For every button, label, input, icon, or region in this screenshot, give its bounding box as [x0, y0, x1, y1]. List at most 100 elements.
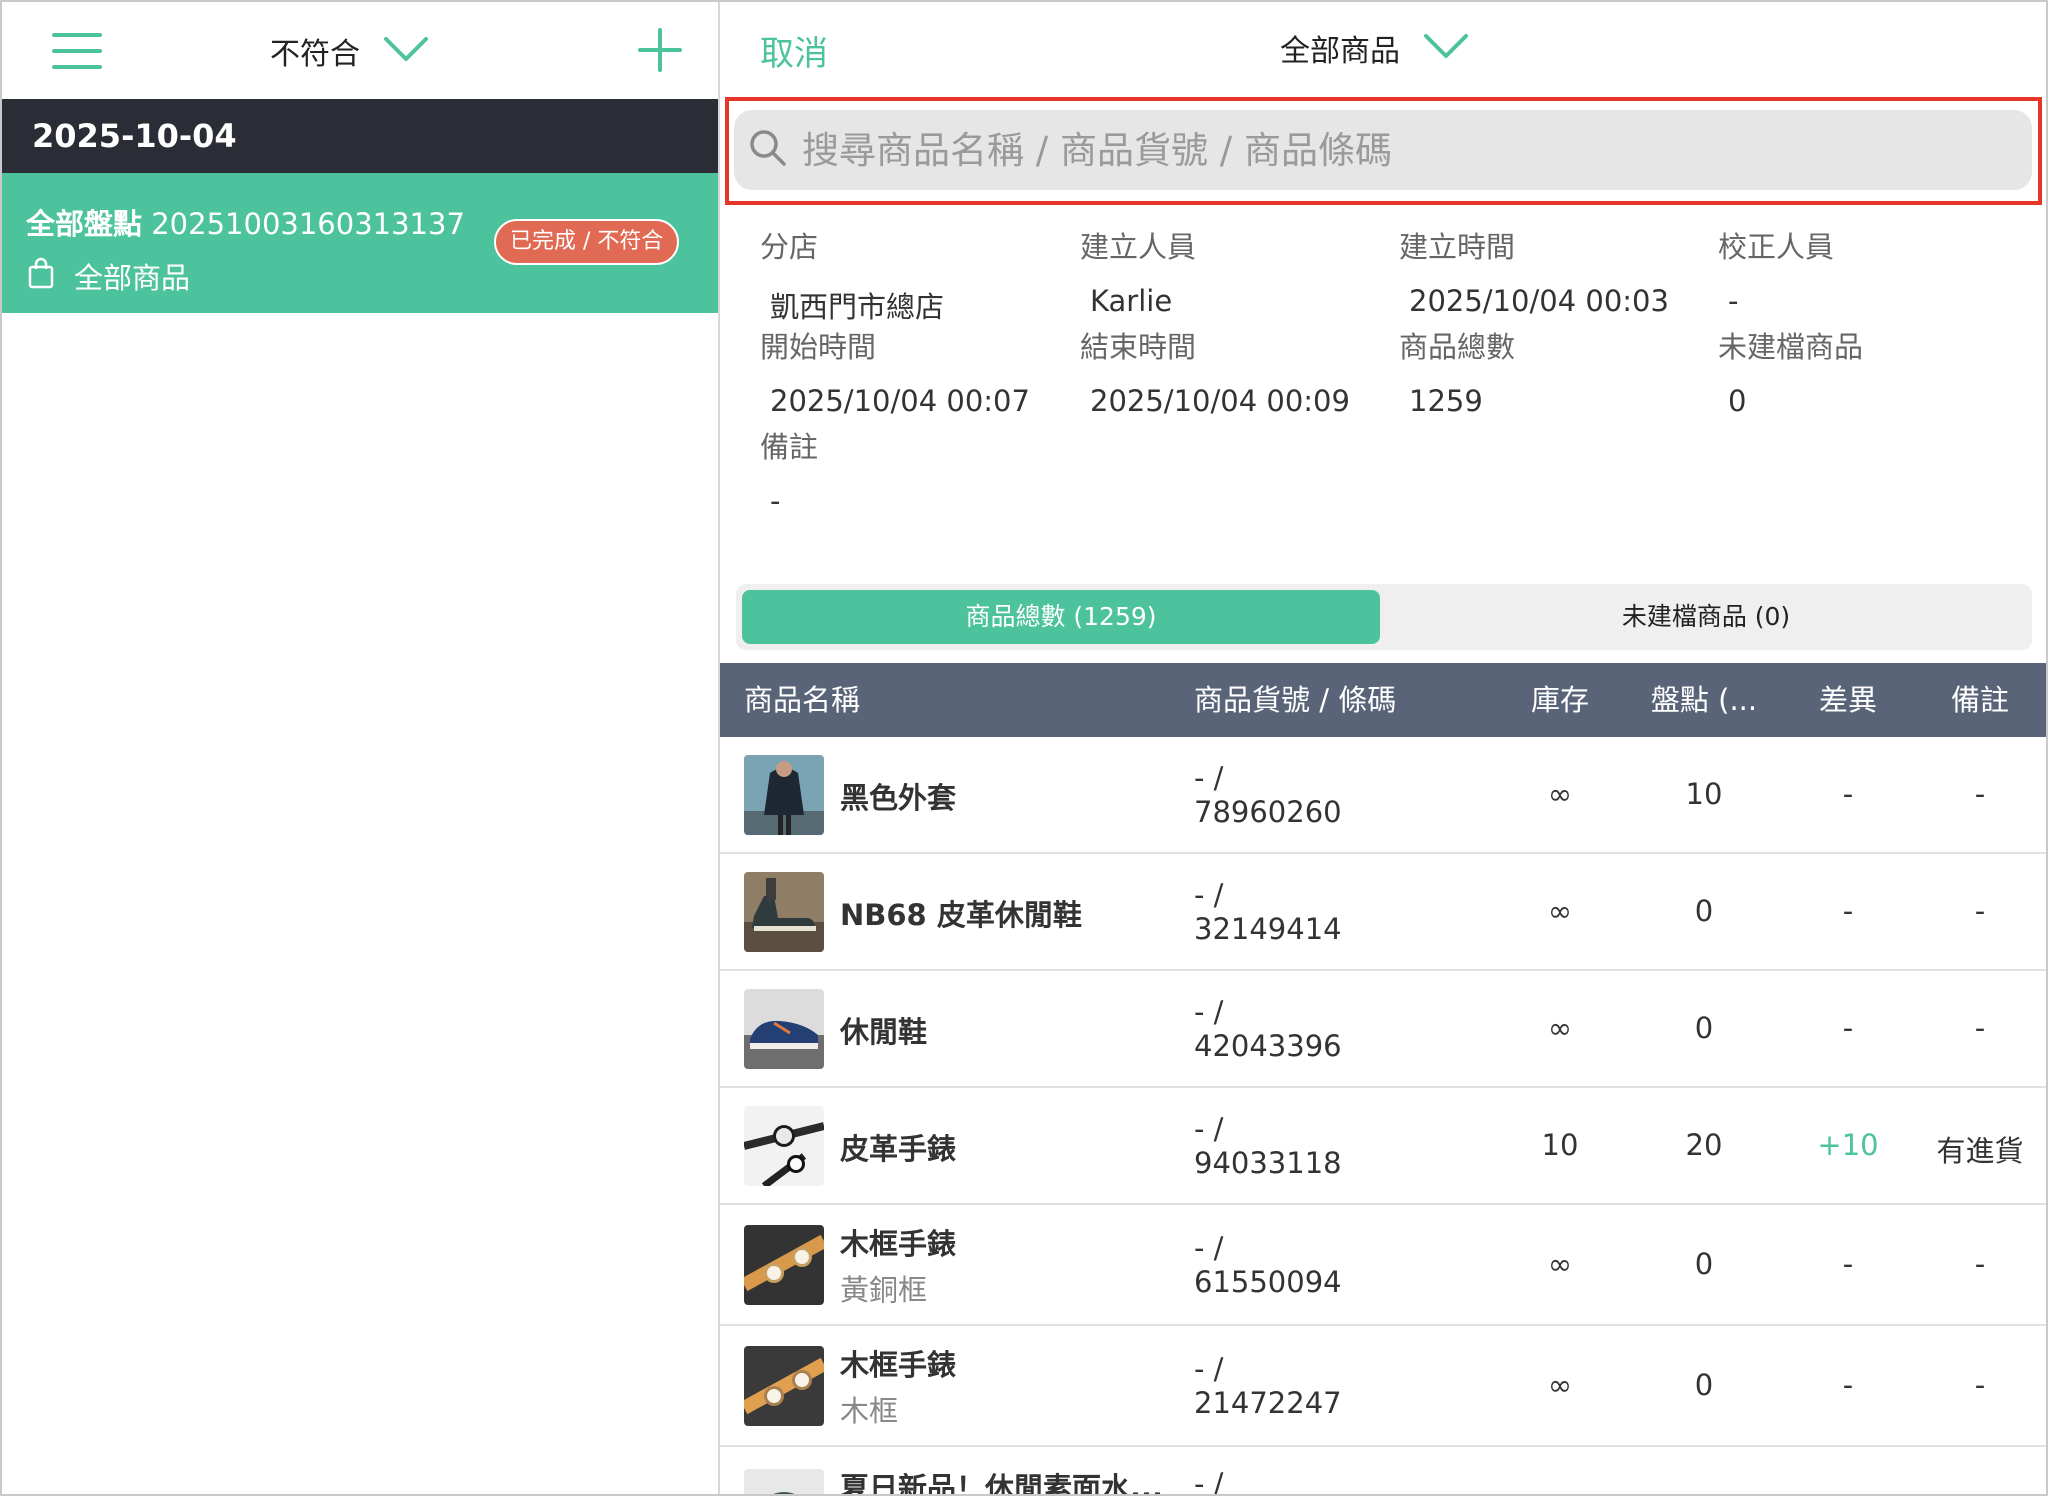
- session-scope: 全部商品: [28, 255, 190, 297]
- info-label: 備註: [760, 430, 819, 464]
- product-thumbnail: [744, 1469, 824, 1494]
- tab-total-products[interactable]: 商品總數 (1259): [742, 590, 1380, 644]
- product-barcode: 32149414: [1194, 912, 1342, 946]
- note-cell: -: [1974, 1247, 1986, 1281]
- product-code-top: - /: [1194, 995, 1224, 1029]
- stock-cell: ∞: [1547, 1247, 1573, 1281]
- add-icon[interactable]: [638, 28, 682, 72]
- date-section-header: 2025-10-04: [2, 99, 718, 173]
- product-name: 木框手錶: [840, 1227, 957, 1261]
- product-code: - /: [1194, 1467, 1223, 1494]
- table-row[interactable]: 木框手錶 木框 - / 21472247 ∞ 0 - -: [720, 1326, 2046, 1447]
- table-row[interactable]: NB68 皮革休閒鞋 - / 32149414 ∞ 0 - -: [720, 854, 2046, 971]
- table-header: 商品名稱 商品貨號 / 條碼 庫存 盤點 (... 差異 備註: [720, 663, 2046, 737]
- product-code: - / 32149414: [1194, 878, 1342, 946]
- chevron-down-icon: [384, 36, 428, 66]
- product-name: 黑色外套: [840, 781, 957, 815]
- status-filter-label: 不符合: [270, 37, 360, 72]
- product-thumbnail: [744, 1106, 824, 1186]
- note-cell: -: [1974, 777, 1986, 811]
- column-header-diff[interactable]: 差異: [1788, 663, 1908, 737]
- product-name: 木框手錶: [840, 1348, 957, 1382]
- left-header: 不符合: [2, 2, 718, 99]
- info-value: 2025/10/04 00:03: [1409, 284, 1669, 318]
- search-icon: [748, 128, 788, 172]
- info-label: 建立時間: [1399, 230, 1516, 264]
- product-code: - / 78960260: [1194, 761, 1342, 829]
- note-cell: 有進貨: [1936, 1134, 2024, 1168]
- table-row[interactable]: 休閒鞋 - / 42043396 ∞ 0 - -: [720, 971, 2046, 1088]
- product-name: NB68 皮革休閒鞋: [840, 898, 1082, 932]
- product-thumbnail: [744, 989, 824, 1069]
- product-table-body: 黑色外套 - / 78960260 ∞ 10 - - NB68 皮革休閒鞋 - …: [720, 737, 2046, 1494]
- info-value: Karlie: [1090, 284, 1173, 318]
- search-bar[interactable]: [734, 110, 2032, 190]
- menu-icon[interactable]: [52, 33, 102, 69]
- session-list-pane: 不符合 2025-10-04 全部盤點 20251003160313137 全部…: [2, 2, 718, 1494]
- product-name: 皮革手錶: [840, 1132, 957, 1166]
- note-cell: -: [1974, 1368, 1986, 1402]
- diff-cell: -: [1842, 1011, 1854, 1045]
- info-corrector: 校正人員 -: [1718, 224, 2018, 318]
- info-note: 備註 -: [760, 424, 1060, 518]
- column-header-code[interactable]: 商品貨號 / 條碼: [1194, 663, 1396, 737]
- info-created-time: 建立時間 2025/10/04 00:03: [1399, 224, 1699, 318]
- diff-cell: -: [1842, 1368, 1854, 1402]
- cancel-button[interactable]: 取消: [760, 26, 828, 75]
- product-thumbnail: [744, 1225, 824, 1305]
- session-id: 20251003160313137: [151, 207, 465, 241]
- product-name: 休閒鞋: [840, 1015, 928, 1049]
- tab-switcher: 商品總數 (1259) 未建檔商品 (0): [736, 584, 2032, 650]
- column-header-count[interactable]: 盤點 (...: [1644, 663, 1764, 737]
- table-row[interactable]: 皮革手錶 - / 94033118 10 20 +10 有進貨: [720, 1088, 2046, 1205]
- count-cell: 0: [1694, 894, 1714, 928]
- product-code: - / 42043396: [1194, 995, 1342, 1063]
- session-list-item[interactable]: 全部盤點 20251003160313137 全部商品 已完成 / 不符合: [2, 173, 718, 313]
- session-detail-pane: 取消 全部商品 分店 凱西門市總店 建立人員 Karlie 建立時間 2025/…: [720, 2, 2046, 1494]
- product-variant: 木框: [840, 1394, 899, 1428]
- column-header-name[interactable]: 商品名稱: [744, 663, 860, 737]
- info-label: 分店: [760, 230, 819, 264]
- diff-cell: -: [1842, 777, 1854, 811]
- product-barcode: 61550094: [1194, 1265, 1342, 1299]
- product-code-top: - /: [1194, 761, 1224, 795]
- count-cell: 20: [1685, 1128, 1723, 1162]
- product-thumbnail: [744, 1346, 824, 1426]
- stock-cell: ∞: [1547, 1368, 1573, 1402]
- count-cell: 10: [1685, 777, 1723, 811]
- shopping-bag-icon: [28, 257, 54, 296]
- tab-unfiled-products[interactable]: 未建檔商品 (0): [1386, 590, 2026, 644]
- table-row[interactable]: 木框手錶 黃銅框 - / 61550094 ∞ 0 - -: [720, 1205, 2046, 1326]
- column-header-note[interactable]: 備註: [1920, 663, 2040, 737]
- session-type: 全部盤點: [26, 207, 143, 241]
- info-branch: 分店 凱西門市總店: [760, 224, 1060, 326]
- session-title: 全部盤點 20251003160313137: [26, 201, 465, 243]
- product-thumbnail: [744, 755, 824, 835]
- product-filter-dropdown[interactable]: 全部商品: [1280, 26, 1468, 70]
- info-unfiled: 未建檔商品 0: [1718, 324, 2018, 418]
- table-row[interactable]: 黑色外套 - / 78960260 ∞ 10 - -: [720, 737, 2046, 854]
- info-value: 1259: [1409, 384, 1483, 418]
- table-row[interactable]: 夏日新品！休閒素面水... - /: [720, 1447, 2046, 1494]
- info-total: 商品總數 1259: [1399, 324, 1699, 418]
- status-filter-dropdown[interactable]: 不符合: [270, 22, 428, 80]
- note-cell: -: [1974, 894, 1986, 928]
- product-filter-label: 全部商品: [1280, 34, 1400, 69]
- product-name: 夏日新品！休閒素面水...: [840, 1471, 1164, 1494]
- product-thumbnail: [744, 872, 824, 952]
- info-label: 結束時間: [1080, 330, 1197, 364]
- product-barcode: 42043396: [1194, 1029, 1342, 1063]
- stock-cell: ∞: [1547, 777, 1573, 811]
- info-value: 0: [1728, 384, 1747, 418]
- column-header-stock[interactable]: 庫存: [1500, 663, 1620, 737]
- product-code-top: - /: [1194, 878, 1224, 912]
- search-input[interactable]: [802, 128, 2002, 172]
- diff-cell: +10: [1817, 1128, 1879, 1162]
- info-creator: 建立人員 Karlie: [1080, 224, 1380, 318]
- chevron-down-icon: [1424, 33, 1468, 63]
- product-code-top: - /: [1194, 1231, 1224, 1265]
- product-code-top: - /: [1194, 1467, 1224, 1494]
- diff-cell: -: [1842, 894, 1854, 928]
- count-cell: 0: [1694, 1011, 1714, 1045]
- info-label: 商品總數: [1399, 330, 1516, 364]
